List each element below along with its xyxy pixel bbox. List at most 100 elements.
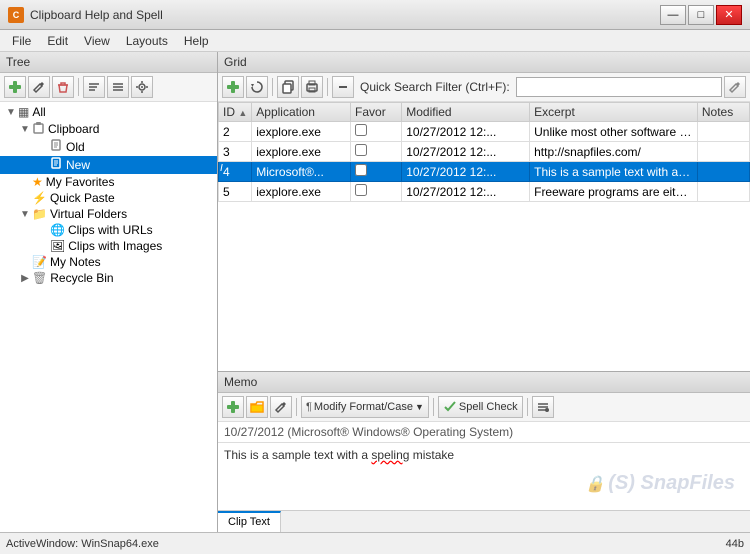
misspelled-word: speling <box>371 448 409 462</box>
cell-application: iexplore.exe <box>252 122 351 142</box>
grid-toolbar-sep1 <box>272 78 273 96</box>
tree-label-old: Old <box>66 140 85 154</box>
table-row[interactable]: 5 iexplore.exe 10/27/2012 12:... Freewar… <box>219 182 750 202</box>
menu-help[interactable]: Help <box>176 32 217 50</box>
menu-edit[interactable]: Edit <box>39 32 76 50</box>
window-controls: — □ ✕ <box>660 5 742 25</box>
search-input[interactable] <box>516 77 722 97</box>
table-row[interactable]: I4 Microsoft®... 10/27/2012 12:... This … <box>219 162 750 182</box>
expand-recycle-icon[interactable]: ▶ <box>18 271 32 285</box>
grid-edit-pencil-button[interactable] <box>724 76 746 98</box>
favor-checkbox[interactable] <box>355 184 367 196</box>
grid-refresh-button[interactable] <box>246 76 268 98</box>
svg-text:C: C <box>13 10 20 20</box>
old-doc-icon <box>50 139 63 155</box>
spell-check-button[interactable]: Spell Check <box>438 396 523 418</box>
table-row[interactable]: 2 iexplore.exe 10/27/2012 12:... Unlike … <box>219 122 750 142</box>
tree-add-button[interactable] <box>4 76 26 98</box>
menu-file[interactable]: File <box>4 32 39 50</box>
favor-checkbox[interactable] <box>355 124 367 136</box>
cell-application: iexplore.exe <box>252 142 351 162</box>
cell-notes <box>697 182 749 202</box>
expand-fav-spacer <box>18 175 32 189</box>
memo-sep1 <box>296 398 297 416</box>
table-row[interactable]: 3 iexplore.exe 10/27/2012 12:... http://… <box>219 142 750 162</box>
tree-edit-button[interactable] <box>28 76 50 98</box>
statusbar: ActiveWindow: WinSnap64.exe 44b <box>0 532 750 554</box>
grid-print-button[interactable] <box>301 76 323 98</box>
tree-item-clipboard[interactable]: ▼ Clipboard <box>0 120 217 138</box>
favorites-icon: ★ <box>32 175 43 189</box>
col-header-id[interactable]: ID ▲ <box>219 103 252 122</box>
tree-item-new[interactable]: New <box>0 156 217 174</box>
snapfiles-watermark: 🔒(S) SnapFiles <box>585 472 735 495</box>
grid-dash-button[interactable] <box>332 76 354 98</box>
menu-layouts[interactable]: Layouts <box>118 32 176 50</box>
tree-item-old[interactable]: Old <box>0 138 217 156</box>
tree-item-notes[interactable]: 📝 My Notes <box>0 254 217 270</box>
cell-modified: 10/27/2012 12:... <box>402 182 530 202</box>
col-header-modified[interactable]: Modified <box>402 103 530 122</box>
expand-all-icon[interactable]: ▼ <box>4 105 18 119</box>
new-doc-icon <box>50 157 63 173</box>
grid-toolbar-sep2 <box>327 78 328 96</box>
maximize-button[interactable]: □ <box>688 5 714 25</box>
cell-favor[interactable] <box>351 142 402 162</box>
tree-item-virtual[interactable]: ▼ 📁 Virtual Folders <box>0 206 217 222</box>
expand-new-spacer <box>36 158 50 172</box>
col-header-notes[interactable]: Notes <box>697 103 749 122</box>
minimize-button[interactable]: — <box>660 5 686 25</box>
tree-item-favorites[interactable]: ★ My Favorites <box>0 174 217 190</box>
tree-label-favorites: My Favorites <box>46 175 115 189</box>
col-header-excerpt[interactable]: Excerpt <box>530 103 698 122</box>
tree-item-clipimages[interactable]: 🖼 Clips with Images <box>0 238 217 254</box>
tree-label-clipurls: Clips with URLs <box>68 223 153 237</box>
memo-folder-button[interactable] <box>246 396 268 418</box>
grid-copy-button[interactable] <box>277 76 299 98</box>
cell-id: 5 <box>219 182 252 202</box>
cell-excerpt: Freeware programs are either distributed… <box>530 182 698 202</box>
tree-sort-button[interactable] <box>83 76 105 98</box>
tab-clip-text[interactable]: Clip Text <box>218 511 281 532</box>
expand-clipboard-icon[interactable]: ▼ <box>18 122 32 136</box>
close-button[interactable]: ✕ <box>716 5 742 25</box>
cell-modified: 10/27/2012 12:... <box>402 162 530 182</box>
tree-label-new: New <box>66 158 90 172</box>
clipurls-icon: 🌐 <box>50 223 65 237</box>
cell-id: I4 <box>219 162 252 182</box>
tree-item-all[interactable]: ▼ ▦ All <box>0 104 217 120</box>
memo-add-button[interactable] <box>222 396 244 418</box>
cell-favor[interactable] <box>351 162 402 182</box>
tree-settings-button[interactable] <box>131 76 153 98</box>
cell-favor[interactable] <box>351 182 402 202</box>
tree-label-recycle: Recycle Bin <box>50 271 113 285</box>
tree-delete-button[interactable] <box>52 76 74 98</box>
memo-sep3 <box>527 398 528 416</box>
favor-checkbox[interactable] <box>355 164 367 176</box>
memo-sep2 <box>433 398 434 416</box>
cell-favor[interactable] <box>351 122 402 142</box>
favor-checkbox[interactable] <box>355 144 367 156</box>
spell-label: Spell Check <box>459 401 518 413</box>
cell-modified: 10/27/2012 12:... <box>402 122 530 142</box>
tree-item-recycle[interactable]: ▶ 🗑 Recycle Bin <box>0 270 217 286</box>
snap-text: (S) SnapFiles <box>608 472 735 494</box>
col-header-application[interactable]: Application <box>252 103 351 122</box>
grid-table-container[interactable]: ID ▲ Application Favor Modified Excerpt … <box>218 102 750 371</box>
col-header-favor[interactable]: Favor <box>351 103 402 122</box>
cell-notes <box>697 122 749 142</box>
menu-view[interactable]: View <box>76 32 118 50</box>
memo-options-button[interactable] <box>532 396 554 418</box>
tree-more-button[interactable] <box>107 76 129 98</box>
app-icon: C <box>8 7 24 23</box>
grid-add-button[interactable] <box>222 76 244 98</box>
cell-id: 3 <box>219 142 252 162</box>
tree-item-quickpaste[interactable]: ⚡ Quick Paste <box>0 190 217 206</box>
spell-icon <box>443 399 457 416</box>
window-title: Clipboard Help and Spell <box>30 8 163 22</box>
memo-edit-button[interactable] <box>270 396 292 418</box>
tree-item-clipurls[interactable]: 🌐 Clips with URLs <box>0 222 217 238</box>
all-icon: ▦ <box>18 105 29 119</box>
expand-virtual-icon[interactable]: ▼ <box>18 207 32 221</box>
format-button[interactable]: ¶ Modify Format/Case ▼ <box>301 396 429 418</box>
